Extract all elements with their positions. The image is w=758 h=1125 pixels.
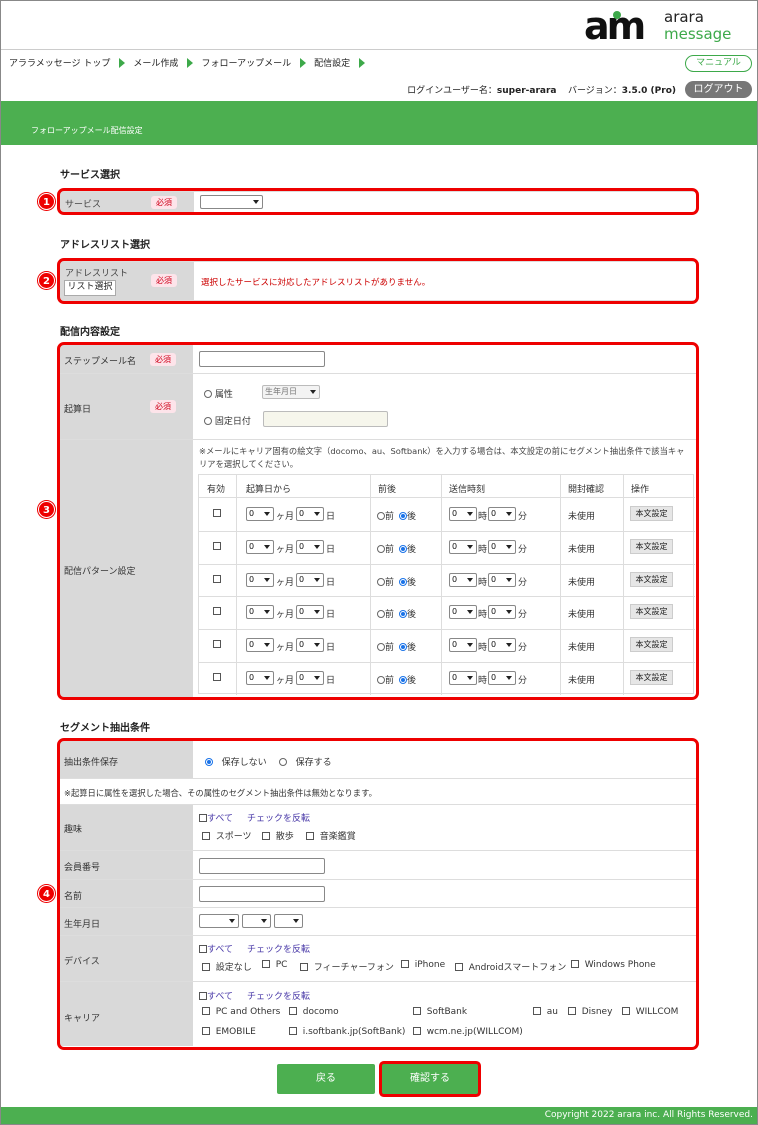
- section-title-service: サービス選択: [60, 170, 120, 181]
- chevron-right-icon: [300, 57, 307, 68]
- breadcrumb-current: 配信設定: [314, 59, 351, 69]
- logout-button[interactable]: ログアウト: [685, 81, 752, 98]
- confirm-button[interactable]: 確認する: [382, 1064, 478, 1094]
- user-info: ログインユーザー名：super-arara バージョン：3.5.0 (Pro): [407, 83, 676, 96]
- callout-number-3: 3: [38, 501, 55, 518]
- version-value: 3.5.0 (Pro): [621, 86, 676, 96]
- back-button[interactable]: 戻る: [277, 1064, 375, 1094]
- page-title: フォローアップメール配信設定: [31, 126, 143, 135]
- brand-logo[interactable]: am arara message: [584, 6, 754, 46]
- chevron-right-icon: [119, 57, 126, 68]
- version-label: バージョン：: [567, 86, 622, 96]
- breadcrumb: アララメッセージ トップ メール作成 フォローアップメール 配信設定: [9, 56, 373, 69]
- logo-word-message: message: [664, 25, 732, 43]
- callout-box-3: [57, 342, 699, 700]
- header-divider: [1, 49, 757, 50]
- callout-box-1: [57, 188, 699, 215]
- section-title-address: アドレスリスト選択: [60, 240, 150, 251]
- callout-number-1: 1: [38, 193, 55, 210]
- section-title-content: 配信内容設定: [60, 327, 120, 338]
- logo-dot: [613, 11, 621, 19]
- manual-button[interactable]: マニュアル: [685, 55, 752, 72]
- callout-box-4: [57, 738, 699, 1050]
- chevron-right-icon: [359, 57, 366, 68]
- login-user-label: ログインユーザー名：: [407, 86, 497, 96]
- logo-word-arara: arara: [664, 8, 704, 26]
- callout-box-2: [57, 258, 699, 304]
- breadcrumb-mail-create[interactable]: メール作成: [133, 56, 178, 69]
- login-user-name: super-arara: [496, 86, 557, 96]
- chevron-right-icon: [187, 57, 194, 68]
- breadcrumb-followup[interactable]: フォローアップメール: [201, 56, 291, 69]
- page-title-bar: フォローアップメール配信設定: [1, 101, 757, 145]
- breadcrumb-top[interactable]: アララメッセージ トップ: [9, 56, 110, 69]
- section-title-segment: セグメント抽出条件: [60, 723, 150, 734]
- footer-copyright: Copyright 2022 arara inc. All Rights Res…: [1, 1107, 757, 1124]
- callout-number-4: 4: [38, 885, 55, 902]
- callout-number-2: 2: [38, 272, 55, 289]
